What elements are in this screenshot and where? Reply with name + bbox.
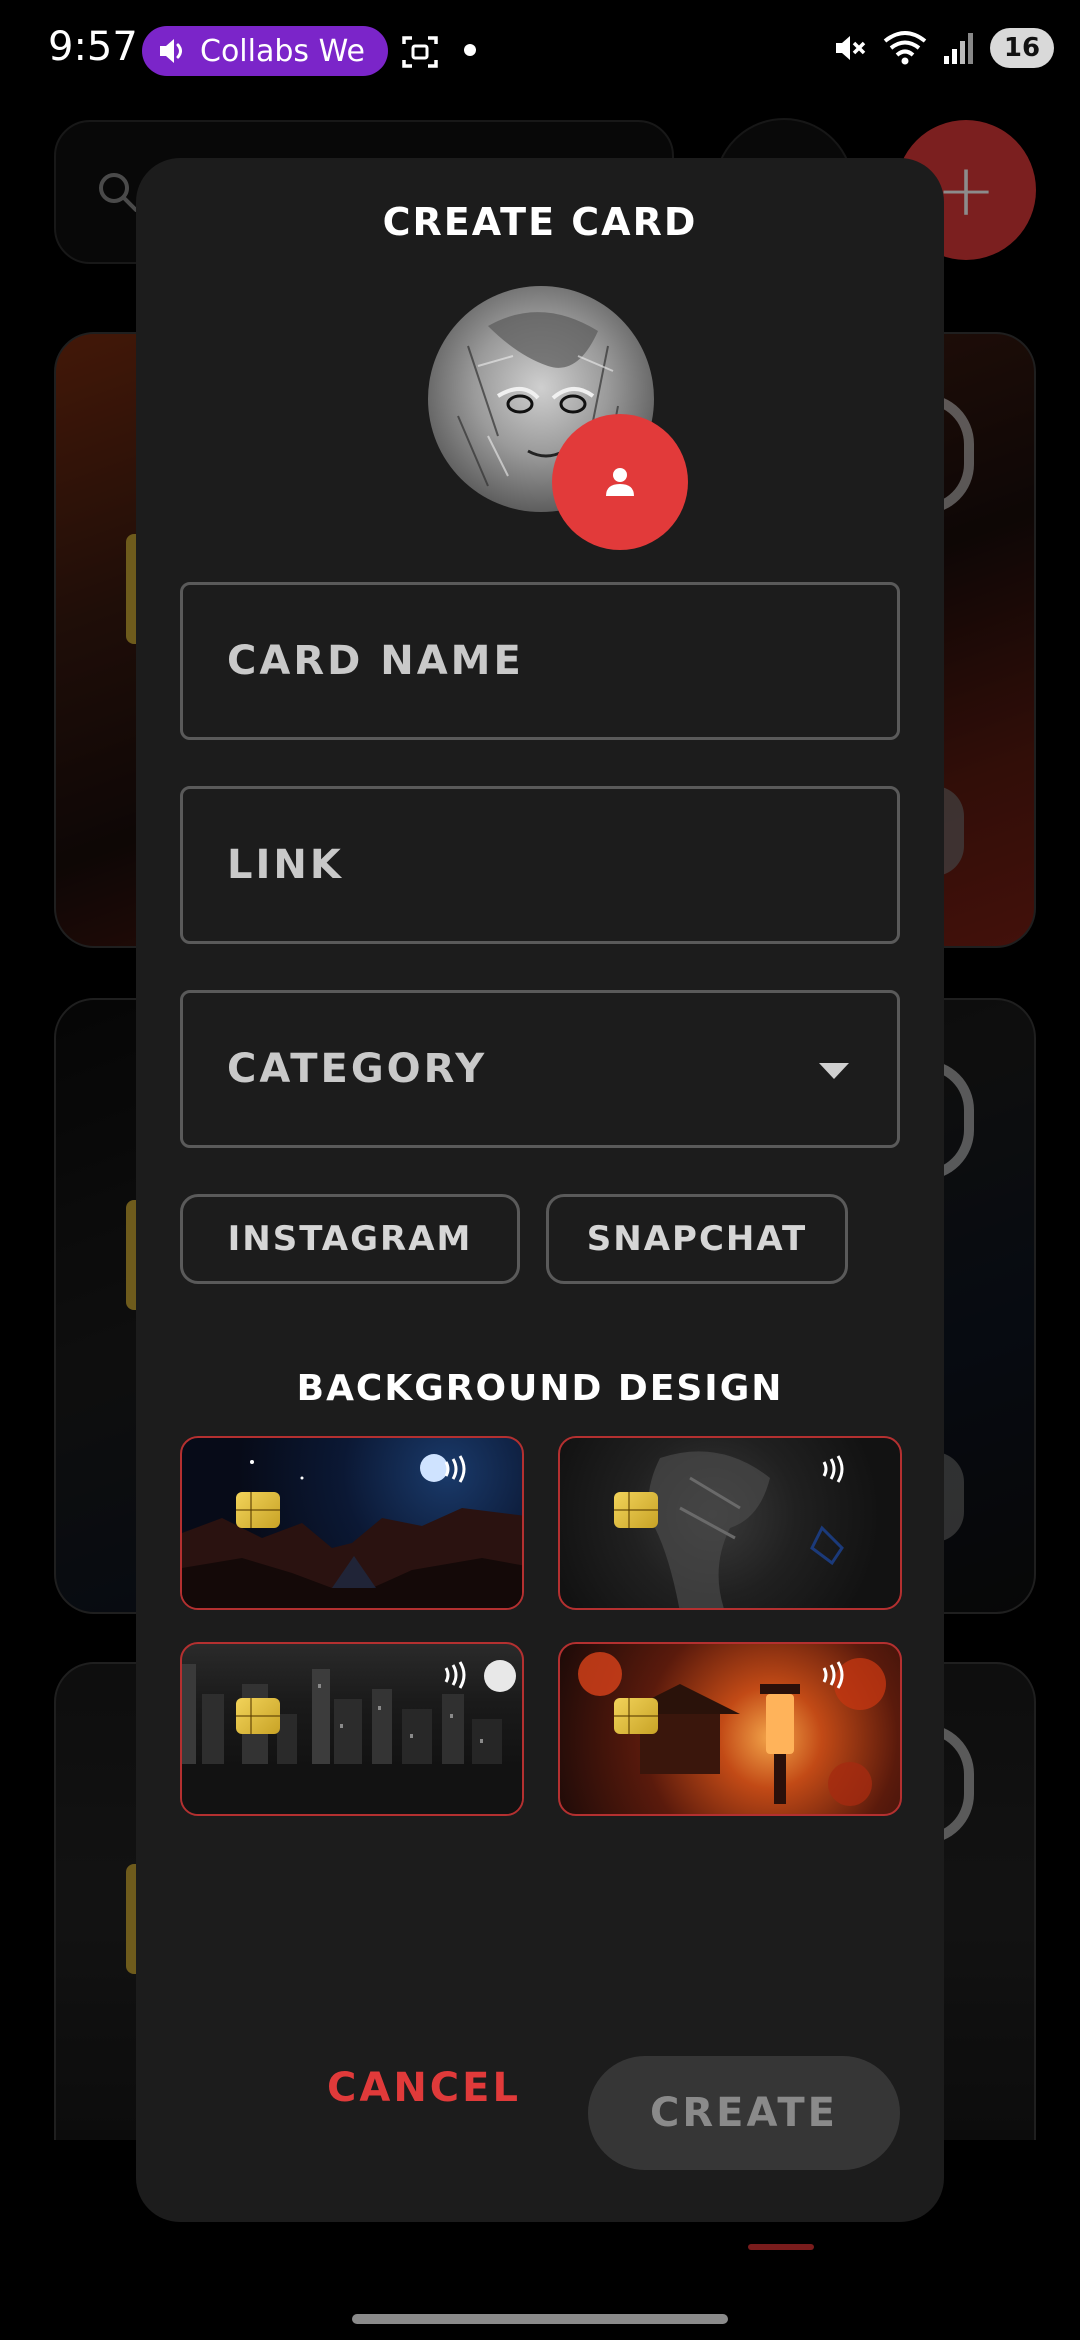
link-placeholder: LINK — [227, 842, 344, 888]
category-placeholder: CATEGORY — [227, 1046, 488, 1092]
emv-chip-icon — [236, 1492, 280, 1528]
nfc-icon — [822, 1661, 844, 1689]
wifi-icon — [883, 31, 927, 65]
card-name-placeholder: CARD NAME — [227, 638, 524, 684]
create-card-dialog: CREATE CARD CARD NAME LINK CATEGORY INST… — [136, 158, 944, 2222]
mute-icon — [836, 36, 866, 60]
background-design-title: BACKGROUND DESIGN — [296, 1368, 784, 1409]
emv-chip-icon — [614, 1698, 658, 1734]
media-pill-text: Collabs We — [200, 33, 365, 69]
nfc-icon — [822, 1455, 844, 1483]
chip-snapchat[interactable]: SNAPCHAT — [546, 1194, 848, 1284]
battery-indicator: 16 — [990, 28, 1054, 68]
emv-chip-icon — [614, 1492, 658, 1528]
dropdown-arrow-icon — [819, 1063, 849, 1079]
design-option-night-canyon[interactable] — [180, 1436, 524, 1610]
notification-dot — [464, 44, 476, 56]
person-icon — [606, 468, 634, 496]
status-icons: 16 — [830, 28, 1054, 68]
emv-chip-icon — [236, 1698, 280, 1734]
status-bar: 9:57 Collabs We 16 — [0, 0, 1080, 104]
card-name-field[interactable]: CARD NAME — [180, 582, 900, 740]
design-option-dark-samurai[interactable] — [558, 1436, 902, 1610]
dialog-title: CREATE CARD — [382, 200, 698, 244]
design-option-city-skyline[interactable] — [180, 1642, 524, 1816]
category-dropdown[interactable]: CATEGORY — [180, 990, 900, 1148]
media-pill[interactable]: Collabs We — [142, 26, 388, 76]
design-option-autumn-lantern[interactable] — [558, 1642, 902, 1816]
signal-icon — [944, 33, 973, 64]
status-time: 9:57 — [48, 24, 138, 70]
nfc-icon — [444, 1661, 466, 1689]
screen: + 9:57 Collabs We 16 CREATE CARD CARD NA… — [0, 0, 1080, 2340]
create-button[interactable]: CREATE — [588, 2056, 900, 2170]
cancel-button[interactable]: CANCEL — [320, 2050, 528, 2126]
speaker-icon — [160, 39, 182, 63]
screenshot-icon — [402, 36, 438, 68]
avatar-edit-button[interactable] — [552, 414, 688, 550]
chip-instagram[interactable]: INSTAGRAM — [180, 1194, 520, 1284]
link-field[interactable]: LINK — [180, 786, 900, 944]
gesture-nav-handle[interactable] — [352, 2314, 728, 2324]
nfc-icon — [444, 1455, 466, 1483]
